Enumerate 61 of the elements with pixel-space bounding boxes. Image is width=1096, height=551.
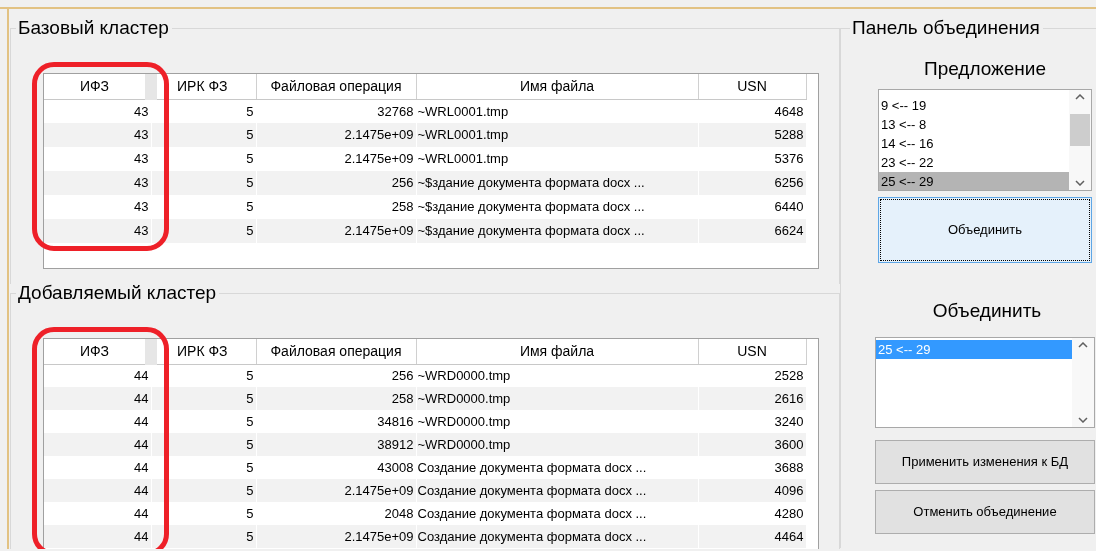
table-cell: 3600 xyxy=(698,433,806,456)
table-cell: 43 xyxy=(44,219,151,243)
scroll-thumb[interactable] xyxy=(1070,113,1090,146)
section-label: Объединить xyxy=(931,298,1043,323)
table-cell: ~$здание документа формата docx ... xyxy=(416,171,698,195)
table-cell: 44 xyxy=(44,479,151,502)
scroll-up-icon[interactable] xyxy=(1075,93,1085,100)
table-cell: 2.1475e+09 xyxy=(256,479,416,502)
table-cell: 5 xyxy=(151,123,256,147)
table-cell: 4096 xyxy=(698,479,806,502)
table-cell: 43 xyxy=(44,123,151,147)
table-cell: 38912 xyxy=(256,433,416,456)
action-button[interactable]: Отменить объединение xyxy=(875,490,1095,534)
table-cell: 43 xyxy=(44,171,151,195)
table-cell: 256 xyxy=(256,171,416,195)
table-cell: 44 xyxy=(44,433,151,456)
column-header[interactable]: Имя файла xyxy=(416,339,698,364)
table-cell: ~WRD0000.tmp xyxy=(416,433,698,456)
table-cell: 5 xyxy=(151,433,256,456)
section-label: Предложение xyxy=(922,57,1048,81)
table-cell: 5 xyxy=(151,219,256,243)
table-cell: 5 xyxy=(151,525,256,548)
table-cell: 2.1475e+09 xyxy=(256,123,416,147)
list-item[interactable]: 9 <-- 19 xyxy=(879,95,1069,115)
table-cell: 4464 xyxy=(698,525,806,548)
column-header[interactable]: Имя файла xyxy=(416,74,698,99)
list-item[interactable]: 25 <-- 29 xyxy=(879,171,1069,190)
column-header[interactable]: USN xyxy=(698,339,806,364)
table-cell: ~WRD0000.tmp xyxy=(416,387,698,410)
list-box[interactable]: 9 <-- 19 13 <-- 8 14 <-- 16 23 <-- 22 25 <-- 29 xyxy=(878,88,1092,191)
list-item[interactable]: 23 <-- 22 xyxy=(879,152,1069,172)
column-header[interactable]: USN xyxy=(698,74,806,99)
scroll-up-icon[interactable] xyxy=(1078,342,1088,348)
panel-title: Панель объединения xyxy=(850,16,1043,40)
table-cell: 5 xyxy=(151,479,256,502)
column-header[interactable]: Файловая операция xyxy=(256,74,416,99)
group-title: Добавляемый кластер xyxy=(16,281,220,305)
table-cell: 6624 xyxy=(698,219,806,243)
column-header[interactable]: Файловая операция xyxy=(256,339,416,364)
list-item[interactable]: 14 <-- 16 xyxy=(879,133,1069,153)
scrollbar[interactable] xyxy=(1069,89,1091,190)
table-cell: ~WRL0001.tmp xyxy=(416,123,698,147)
table-cell: 5 xyxy=(151,387,256,410)
action-button[interactable]: Объединить xyxy=(878,196,1092,263)
table-cell: 44 xyxy=(44,525,151,548)
table-cell: Создание документа формата docx ... xyxy=(416,479,698,502)
table-cell: 5 xyxy=(151,171,256,195)
table-cell: ~$здание документа формата docx ... xyxy=(416,219,698,243)
table-cell: 2.1475e+09 xyxy=(256,219,416,243)
table-cell: Создание документа формата docx ... xyxy=(416,525,698,548)
scroll-down-icon[interactable] xyxy=(1075,179,1085,186)
table-cell: 5288 xyxy=(698,123,806,147)
table-cell: 6256 xyxy=(698,171,806,195)
scroll-down-icon[interactable] xyxy=(1078,417,1088,423)
table-cell: 258 xyxy=(256,387,416,410)
action-button[interactable]: Применить изменения к БД xyxy=(875,440,1095,484)
table-cell: 44 xyxy=(44,387,151,410)
list-item[interactable]: 13 <-- 8 xyxy=(879,114,1069,134)
table-cell: 2.1475e+09 xyxy=(256,525,416,548)
table-cell: 2616 xyxy=(698,387,806,410)
scrollbar[interactable] xyxy=(1072,338,1094,427)
